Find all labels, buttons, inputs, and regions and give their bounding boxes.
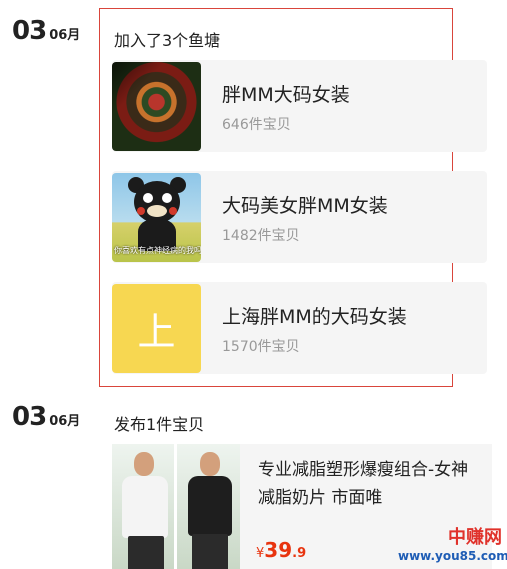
bear-cheek (137, 207, 145, 215)
pond-thumbnail: 你喜欢有点神经病的我吗 (112, 173, 201, 262)
pond-thumbnail: 上 (112, 284, 201, 373)
thumbnail-caption: 你喜欢有点神经病的我吗 (114, 246, 201, 255)
date-month: 06月 (49, 28, 81, 43)
pond-card[interactable]: 胖MM大码女装 646件宝贝 (112, 60, 487, 152)
bear-eye (162, 193, 172, 203)
image-divider (174, 444, 177, 569)
product-price: ¥39.9 (256, 538, 306, 562)
product-image (112, 444, 240, 569)
bear-mouth (147, 205, 167, 217)
product-title: 专业减脂塑形爆瘦组合-女神减脂奶片 市面唯 (258, 460, 469, 508)
price-decimal: .9 (292, 546, 307, 561)
pond-name: 上海胖MM的大码女装 (222, 306, 407, 328)
bear-cheek (169, 207, 177, 215)
date-day: 03 (12, 402, 47, 432)
activity-heading: 发布1件宝贝 (114, 415, 205, 434)
pond-card[interactable]: 上 上海胖MM的大码女装 1570件宝贝 (112, 282, 487, 374)
pond-card[interactable]: 你喜欢有点神经病的我吗 大码美女胖MM女装 1482件宝贝 (112, 171, 487, 263)
pond-name: 大码美女胖MM女装 (222, 195, 388, 217)
bear-eye (143, 193, 153, 203)
date-stamp: 03 06月 (12, 402, 80, 432)
pond-item-count: 646件宝贝 (222, 117, 291, 133)
price-integer: 39 (264, 538, 293, 562)
watermark-name: 中赚网 (448, 527, 502, 548)
date-day: 03 (12, 16, 47, 46)
watermark-url: www.you85.com (398, 549, 507, 563)
pond-name: 胖MM大码女装 (222, 84, 350, 106)
pond-avatar-char: 上 (137, 310, 176, 354)
date-month: 06月 (49, 414, 81, 429)
watermark: 中赚网 www.you85.com (398, 527, 507, 564)
pond-item-count: 1482件宝贝 (222, 228, 300, 244)
pond-item-count: 1570件宝贝 (222, 339, 300, 355)
date-stamp: 03 06月 (12, 16, 80, 46)
pond-thumbnail (112, 62, 201, 151)
